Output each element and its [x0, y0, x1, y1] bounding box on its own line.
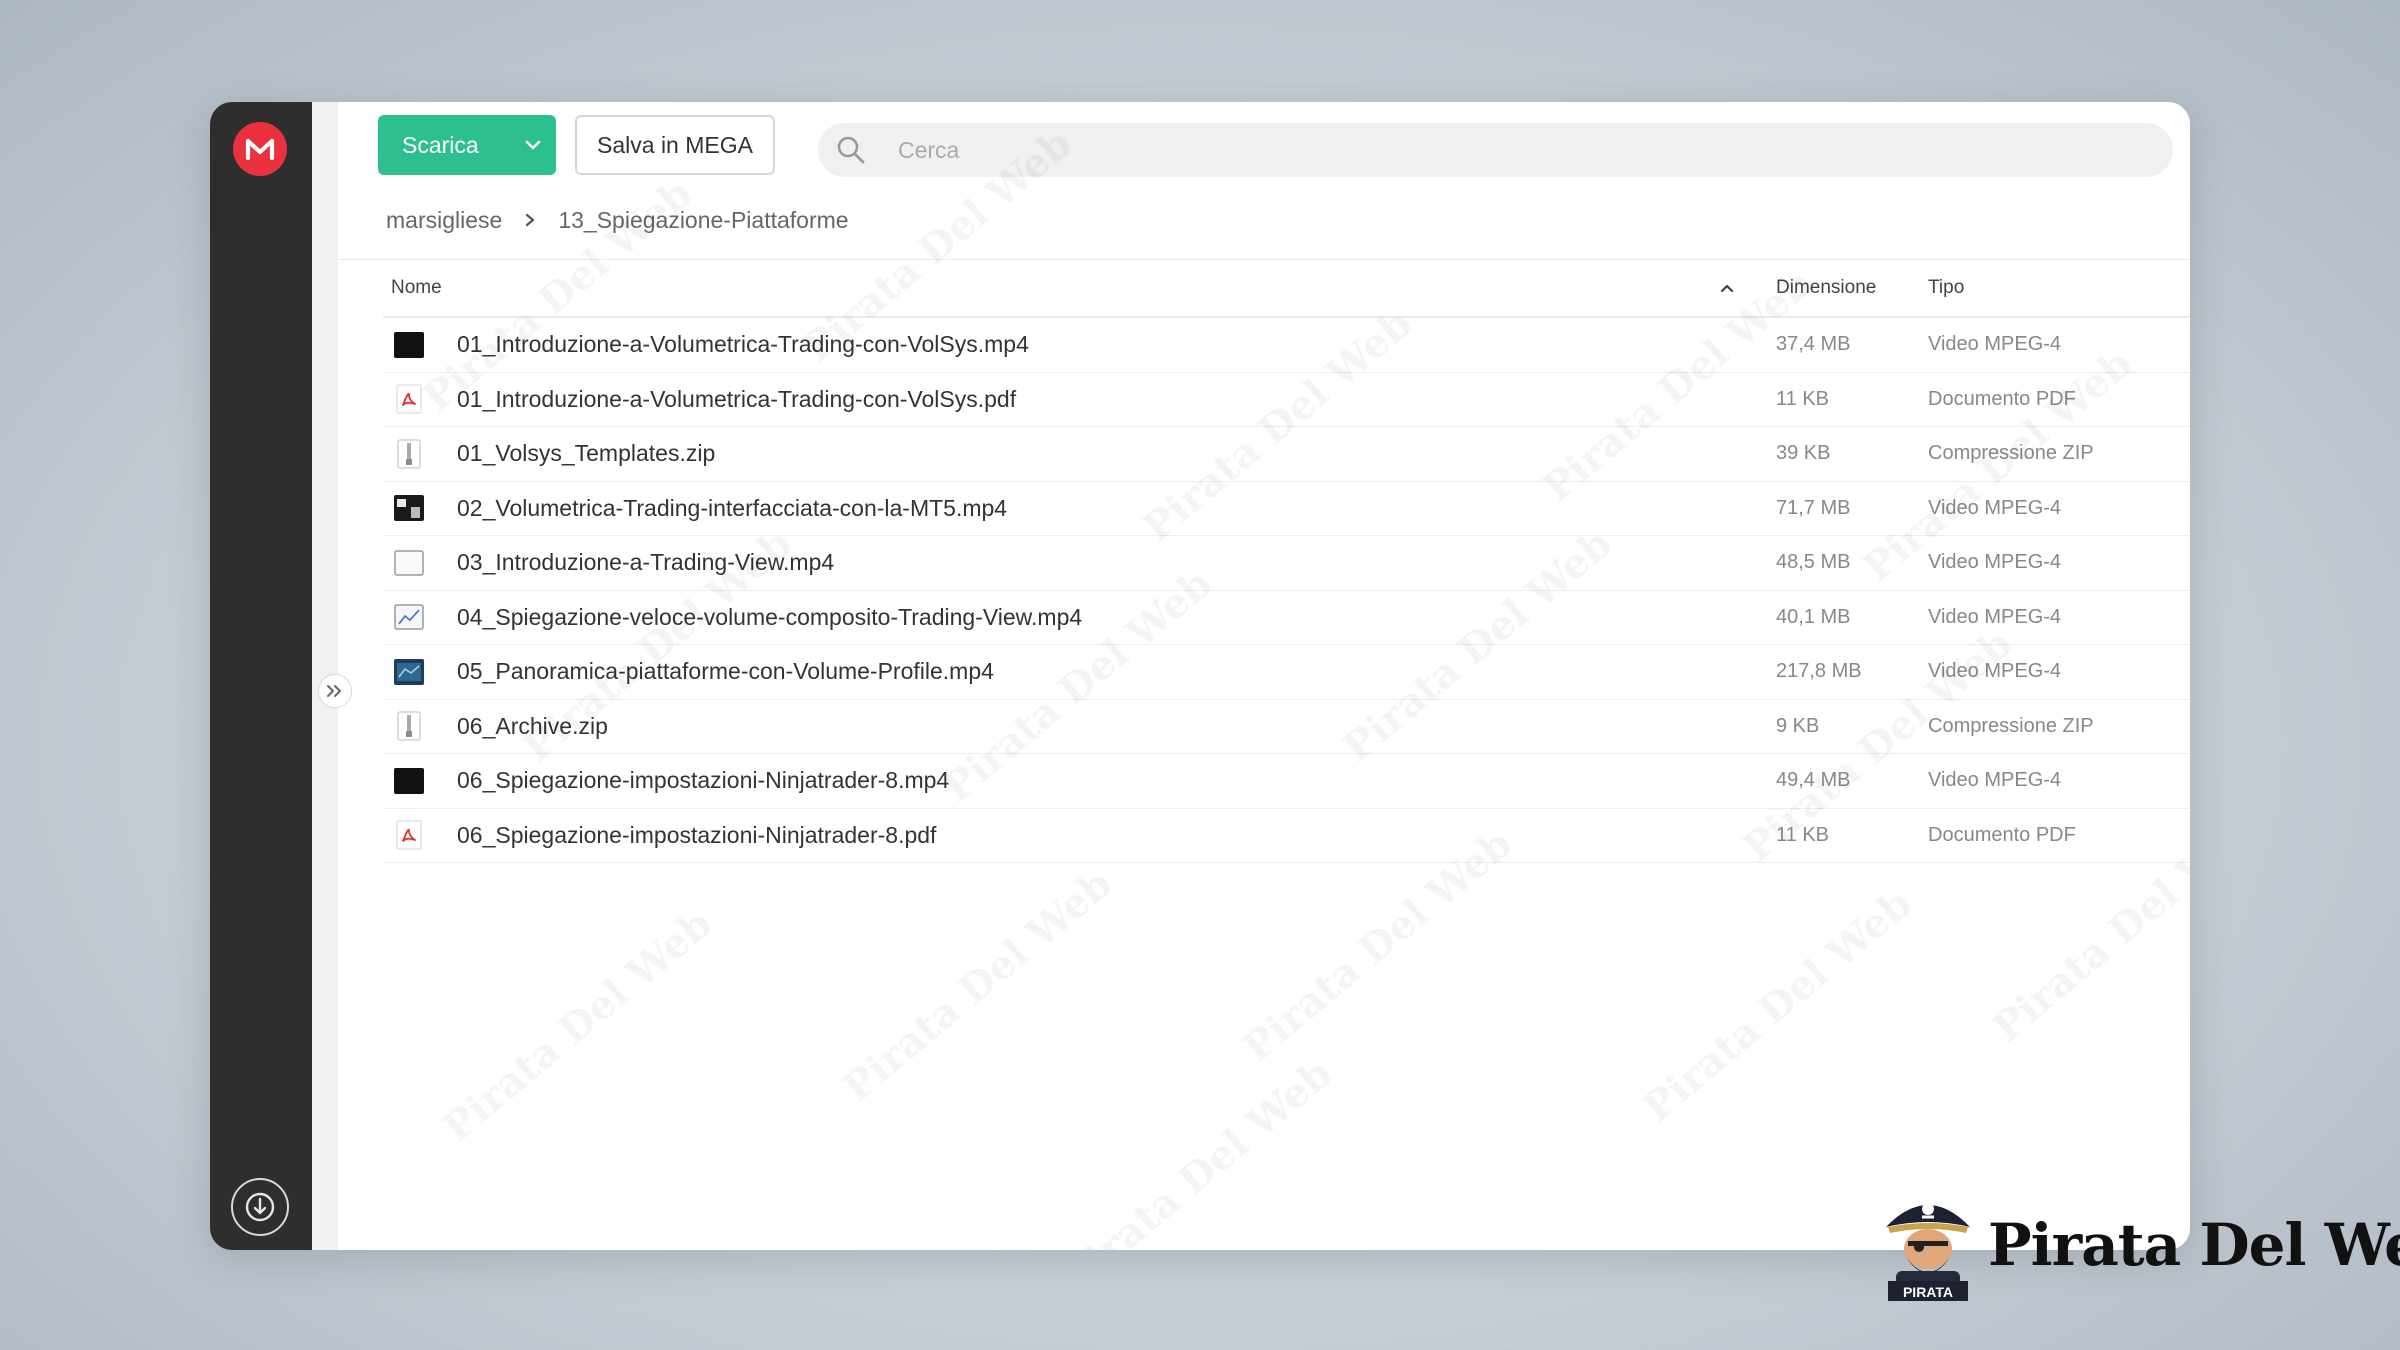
file-type: Compressione ZIP: [1928, 714, 2094, 737]
file-name: 06_Archive.zip: [457, 712, 608, 739]
table-row[interactable]: 04_Spiegazione-veloce-volume-composito-T…: [383, 591, 2190, 645]
file-name: 06_Spiegazione-impostazioni-Ninjatrader-…: [457, 767, 950, 794]
file-type: Video MPEG-4: [1928, 551, 2062, 574]
zip-icon: [393, 711, 425, 741]
breadcrumb-item-current[interactable]: 13_Spiegazione-Piattaforme: [558, 207, 848, 234]
file-type: Video MPEG-4: [1928, 333, 2062, 356]
video-thumbnail-dark-icon: [393, 330, 425, 360]
brand-logo: PIRATA Pirata Del Web: [1878, 1185, 2400, 1305]
mega-window: Scarica Salva in MEGA marsigliese 13_Spi…: [210, 102, 2190, 1250]
file-name: 02_Volumetrica-Trading-interfacciata-con…: [457, 494, 1008, 521]
column-header-type[interactable]: Tipo: [1928, 277, 2190, 299]
file-size: 39 KB: [1776, 442, 1831, 465]
video-thumbnail-light-chart-icon: [393, 602, 425, 632]
file-size: 11 KB: [1776, 387, 1829, 410]
transfer-sync-icon[interactable]: [231, 1178, 289, 1236]
column-header-size[interactable]: Dimensione: [1758, 277, 1928, 299]
file-name: 01_Introduzione-a-Volumetrica-Trading-co…: [457, 385, 1017, 412]
pdf-icon: [393, 384, 425, 414]
table-row[interactable]: 02_Volumetrica-Trading-interfacciata-con…: [383, 482, 2190, 536]
file-name-cell: 02_Volumetrica-Trading-interfacciata-con…: [383, 493, 1758, 523]
table-row[interactable]: 03_Introduzione-a-Trading-View.mp4 48,5 M…: [383, 536, 2190, 591]
file-name-cell: 01_Volsys_Templates.zip: [383, 439, 1758, 469]
file-list: 01_Introduzione-a-Volumetrica-Trading-co…: [383, 318, 2190, 863]
table-row[interactable]: 06_Spiegazione-impostazioni-Ninjatrader-…: [383, 809, 2190, 863]
table-row[interactable]: 01_Introduzione-a-Volumetrica-Trading-co…: [383, 318, 2190, 373]
save-to-mega-button[interactable]: Salva in MEGA: [575, 115, 775, 175]
table-row[interactable]: 01_Volsys_Templates.zip 39 KB Compressione…: [383, 427, 2190, 482]
download-label: Scarica: [402, 131, 479, 158]
sidebar: [210, 102, 312, 1250]
file-name-cell: 06_Spiegazione-impostazioni-Ninjatrader-…: [383, 766, 1758, 796]
file-size: 40,1 MB: [1776, 605, 1851, 628]
file-name-cell: 04_Spiegazione-veloce-volume-composito-T…: [383, 602, 1758, 632]
file-type: Documento PDF: [1928, 823, 2076, 846]
file-size: 11 KB: [1776, 823, 1829, 846]
file-name: 03_Introduzione-a-Trading-View.mp4: [457, 549, 835, 576]
file-type: Documento PDF: [1928, 387, 2076, 410]
video-thumbnail-dark-icon: [393, 766, 425, 796]
file-name-cell: 01_Introduzione-a-Volumetrica-Trading-co…: [383, 330, 1758, 360]
file-name: 06_Spiegazione-impostazioni-Ninjatrader-…: [457, 821, 937, 848]
download-button[interactable]: Scarica: [378, 115, 556, 175]
file-name-cell: 03_Introduzione-a-Trading-View.mp4: [383, 548, 1758, 578]
video-thumbnail-blue-icon: [393, 657, 425, 687]
file-size: 37,4 MB: [1776, 333, 1851, 356]
main-panel: Scarica Salva in MEGA marsigliese 13_Spi…: [338, 102, 2190, 1250]
file-size: 9 KB: [1776, 714, 1820, 737]
file-type: Video MPEG-4: [1928, 769, 2062, 792]
pirate-mascot-icon: PIRATA: [1886, 1203, 1970, 1301]
file-name-cell: 06_Archive.zip: [383, 711, 1758, 741]
file-type: Video MPEG-4: [1928, 605, 2062, 628]
table-header: Nome Dimensione Tipo: [383, 260, 2190, 318]
file-type: Compressione ZIP: [1928, 442, 2094, 465]
brand-badge: PIRATA: [1903, 1284, 1953, 1300]
file-size: 71,7 MB: [1776, 496, 1851, 519]
table-row[interactable]: 05_Panoramica-piattaforme-con-Volume-Pro…: [383, 645, 2190, 700]
table-row[interactable]: 01_Introduzione-a-Volumetrica-Trading-co…: [383, 373, 2190, 427]
file-table: Nome Dimensione Tipo 01_Introduzione-a-V…: [383, 260, 2190, 863]
pdf-icon: [393, 820, 425, 850]
file-name-cell: 01_Introduzione-a-Volumetrica-Trading-co…: [383, 384, 1758, 414]
search-bar[interactable]: [818, 123, 2173, 177]
file-name: 01_Volsys_Templates.zip: [457, 440, 716, 467]
zip-icon: [393, 439, 425, 469]
file-name-cell: 05_Panoramica-piattaforme-con-Volume-Pro…: [383, 657, 1758, 687]
search-icon: [837, 136, 865, 164]
file-size: 217,8 MB: [1776, 660, 1862, 683]
table-row[interactable]: 06_Spiegazione-impostazioni-Ninjatrader-…: [383, 754, 2190, 809]
chevron-down-icon[interactable]: [510, 115, 556, 175]
breadcrumb: marsigliese 13_Spiegazione-Piattaforme: [386, 205, 849, 235]
file-name: 05_Panoramica-piattaforme-con-Volume-Pro…: [457, 658, 994, 685]
video-thumbnail-chart-icon: [393, 493, 425, 523]
mega-logo-icon[interactable]: [233, 122, 287, 176]
breadcrumb-item-root[interactable]: marsigliese: [386, 207, 502, 234]
file-name: 01_Introduzione-a-Volumetrica-Trading-co…: [457, 331, 1029, 358]
file-size: 48,5 MB: [1776, 551, 1851, 574]
search-input[interactable]: [898, 136, 2098, 164]
sort-ascending-icon[interactable]: [1720, 283, 1734, 293]
file-type: Video MPEG-4: [1928, 496, 2062, 519]
file-type: Video MPEG-4: [1928, 660, 2062, 683]
table-row[interactable]: 06_Archive.zip 9 KB Compressione ZIP: [383, 700, 2190, 754]
brand-text: Pirata Del Web: [1988, 1211, 2400, 1279]
column-name-label: Nome: [391, 277, 442, 298]
file-name-cell: 06_Spiegazione-impostazioni-Ninjatrader-…: [383, 820, 1758, 850]
file-size: 49,4 MB: [1776, 769, 1851, 792]
chevron-right-icon: [526, 213, 535, 227]
file-name: 04_Spiegazione-veloce-volume-composito-T…: [457, 603, 1083, 630]
video-thumbnail-light-icon: [393, 548, 425, 578]
column-header-name[interactable]: Nome: [383, 277, 1758, 299]
